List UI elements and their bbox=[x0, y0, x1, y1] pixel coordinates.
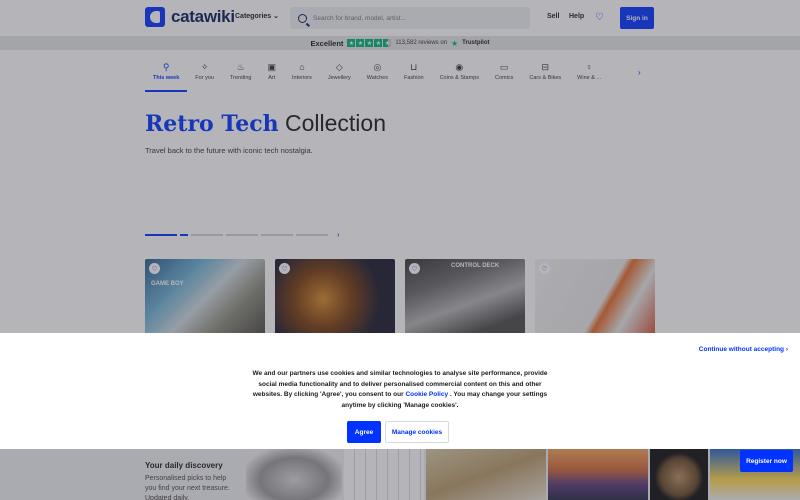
chevron-right-icon: › bbox=[785, 346, 788, 353]
continue-without-accepting-link[interactable]: Continue without accepting › bbox=[699, 346, 788, 353]
cookie-message: We and our partners use cookies and simi… bbox=[250, 369, 550, 411]
agree-button[interactable]: Agree bbox=[347, 421, 381, 443]
register-now-button[interactable]: Register now bbox=[740, 450, 793, 472]
cookie-banner: Continue without accepting › We and our … bbox=[0, 333, 800, 449]
continue-label: Continue without accepting bbox=[698, 346, 785, 353]
manage-cookies-button[interactable]: Manage cookies bbox=[385, 421, 449, 443]
cookie-policy-link[interactable]: Cookie Policy bbox=[405, 391, 448, 398]
